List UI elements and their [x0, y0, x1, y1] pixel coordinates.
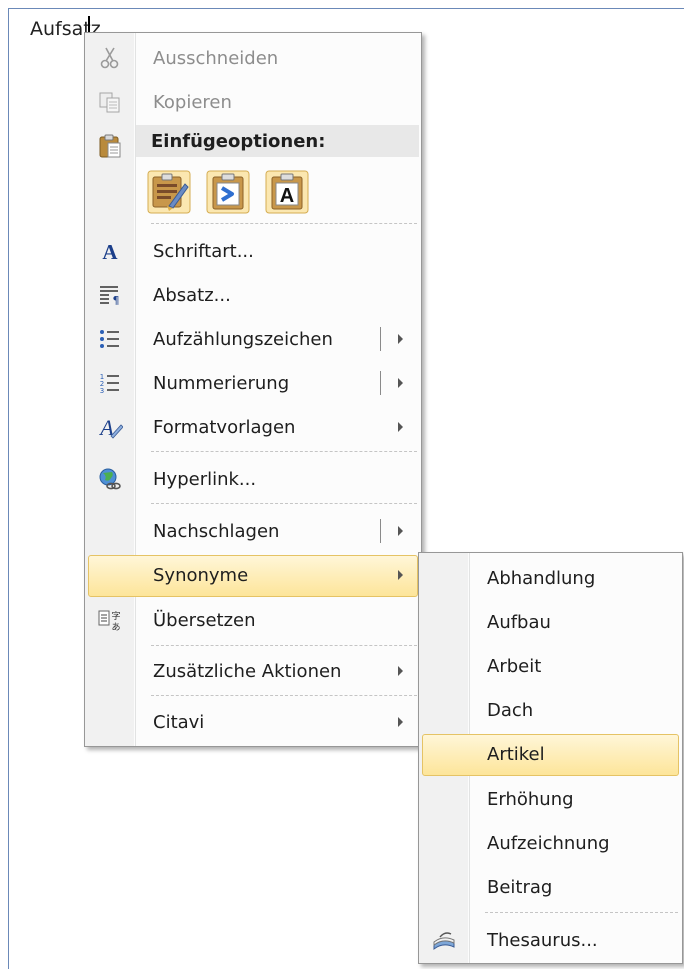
- thesaurus-book-icon: [431, 928, 457, 952]
- cut-menu-item[interactable]: Ausschneiden: [87, 39, 419, 77]
- split-divider: [380, 371, 381, 395]
- paste-options-header: Einfügeoptionen:: [136, 125, 419, 157]
- synonym-item[interactable]: Arbeit: [421, 647, 680, 685]
- svg-text:A: A: [280, 185, 294, 207]
- translate-icon: 字あ: [97, 608, 123, 632]
- hyperlink-globe-icon: [97, 467, 123, 491]
- clipboard-icon: [97, 133, 123, 159]
- numbering-label: Nummerierung: [153, 373, 290, 394]
- font-label: Schriftart...: [153, 241, 254, 262]
- styles-menu-item[interactable]: A Formatvorlagen: [87, 408, 419, 446]
- thesaurus-label: Thesaurus...: [487, 930, 598, 951]
- lookup-menu-item[interactable]: Nachschlagen: [87, 512, 419, 550]
- submenu-arrow-icon[interactable]: [398, 526, 403, 536]
- separator: [151, 645, 417, 646]
- additional-actions-label: Zusätzliche Aktionen: [153, 661, 342, 682]
- synonym-item[interactable]: Beitrag: [421, 868, 680, 906]
- paragraph-icon: ¶: [97, 283, 123, 307]
- bullet-list-icon: [97, 327, 123, 351]
- svg-text:A: A: [102, 240, 118, 263]
- svg-text:あ: あ: [111, 622, 120, 632]
- styles-label: Formatvorlagen: [153, 417, 296, 438]
- submenu-arrow-icon: [398, 422, 403, 432]
- synonyms-menu-item[interactable]: Synonyme: [88, 555, 418, 597]
- bullets-menu-item[interactable]: Aufzählungszeichen: [87, 320, 419, 358]
- hyperlink-menu-item[interactable]: Hyperlink...: [87, 460, 419, 498]
- submenu-arrow-icon: [398, 717, 403, 727]
- submenu-arrow-icon: [398, 570, 403, 580]
- synonym-item[interactable]: Dach: [421, 691, 680, 729]
- cut-label: Ausschneiden: [153, 48, 279, 69]
- context-menu: Ausschneiden Kopieren Einfügeoptionen: A…: [84, 32, 422, 747]
- copy-menu-item[interactable]: Kopieren: [87, 83, 419, 121]
- paste-text-only-button[interactable]: A: [265, 170, 309, 214]
- svg-text:字: 字: [111, 610, 120, 622]
- numbering-menu-item[interactable]: 123 Nummerierung: [87, 364, 419, 402]
- paste-merge-formatting-button[interactable]: [206, 170, 250, 214]
- synonyms-label: Synonyme: [153, 565, 249, 586]
- synonym-item[interactable]: Abhandlung: [421, 559, 680, 597]
- translate-menu-item[interactable]: 字あ Übersetzen: [87, 601, 419, 639]
- synonym-item[interactable]: Aufzeichnung: [421, 824, 680, 862]
- svg-text:¶: ¶: [113, 294, 120, 307]
- scissors-icon: [97, 46, 123, 70]
- font-icon: A: [97, 239, 123, 263]
- separator: [151, 451, 417, 452]
- paste-keep-formatting-button[interactable]: [147, 170, 191, 214]
- additional-actions-menu-item[interactable]: Zusätzliche Aktionen: [87, 652, 419, 690]
- separator: [151, 695, 417, 696]
- submenu-arrow-icon: [398, 666, 403, 676]
- numbered-list-icon: 123: [97, 371, 123, 395]
- svg-text:3: 3: [100, 387, 104, 395]
- font-menu-item[interactable]: A Schriftart...: [87, 232, 419, 270]
- separator: [151, 503, 417, 504]
- synonyms-submenu: Abhandlung Aufbau Arbeit Dach Artikel Er…: [418, 552, 683, 964]
- synonym-item[interactable]: Erhöhung: [421, 780, 680, 818]
- separator: [485, 912, 678, 913]
- thesaurus-menu-item[interactable]: Thesaurus...: [421, 921, 680, 959]
- lookup-label: Nachschlagen: [153, 521, 280, 542]
- separator: [151, 223, 417, 224]
- submenu-arrow-icon[interactable]: [398, 334, 403, 344]
- split-divider: [380, 519, 381, 543]
- synonym-item-highlighted[interactable]: Artikel: [422, 734, 679, 776]
- citavi-label: Citavi: [153, 712, 205, 733]
- submenu-arrow-icon[interactable]: [398, 378, 403, 388]
- hyperlink-label: Hyperlink...: [153, 469, 257, 490]
- paragraph-label: Absatz...: [153, 285, 231, 306]
- copy-icon: [97, 90, 123, 114]
- styles-icon: A: [97, 415, 123, 439]
- split-divider: [380, 327, 381, 351]
- paragraph-menu-item[interactable]: ¶ Absatz...: [87, 276, 419, 314]
- bullets-label: Aufzählungszeichen: [153, 329, 333, 350]
- copy-label: Kopieren: [153, 92, 232, 113]
- synonym-item[interactable]: Aufbau: [421, 603, 680, 641]
- citavi-menu-item[interactable]: Citavi: [87, 703, 419, 741]
- translate-label: Übersetzen: [153, 610, 256, 631]
